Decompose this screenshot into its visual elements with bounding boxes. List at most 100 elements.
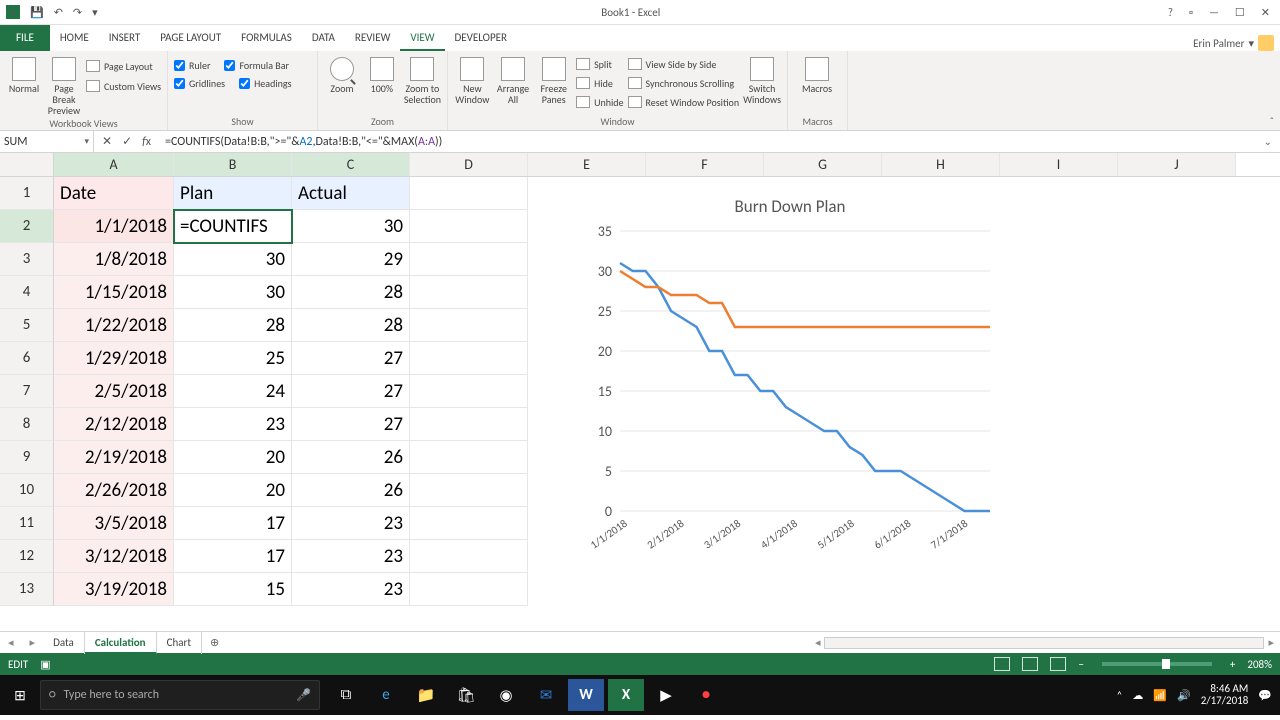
network-icon[interactable]: 📶 — [1153, 689, 1167, 702]
horizontal-scrollbar[interactable] — [824, 637, 1264, 649]
row-header[interactable]: 6 — [0, 342, 54, 375]
recording-icon[interactable]: ● — [688, 679, 724, 711]
cell[interactable]: 1/8/2018 — [54, 243, 174, 276]
edge-icon[interactable]: e — [368, 679, 404, 711]
formula-input[interactable]: =COUNTIFS(Data!B:B,">="&A2,Data!B:B,"<="… — [159, 135, 1256, 149]
switch-windows-button[interactable]: Switch Windows — [743, 53, 781, 105]
mic-icon[interactable]: 🎤 — [296, 688, 311, 703]
chrome-icon[interactable]: ◉ — [488, 679, 524, 711]
cell[interactable] — [410, 441, 528, 474]
hide-button[interactable]: Hide — [576, 74, 623, 92]
tab-developer[interactable]: DEVELOPER — [445, 25, 517, 51]
tab-insert[interactable]: INSERT — [99, 25, 151, 51]
row-header[interactable]: 2 — [0, 210, 54, 243]
cell[interactable]: 25 — [174, 342, 292, 375]
cell[interactable]: 1/22/2018 — [54, 309, 174, 342]
expand-formula-bar-icon[interactable]: ⌄ — [1256, 135, 1280, 148]
minimize-icon[interactable]: — — [1209, 6, 1219, 19]
tab-view[interactable]: VIEW — [400, 25, 444, 51]
cell[interactable] — [410, 540, 528, 573]
row-header[interactable]: 11 — [0, 507, 54, 540]
cell[interactable]: =COUNTIFS — [174, 210, 292, 243]
zoom-to-selection-button[interactable]: Zoom to Selection — [404, 53, 441, 105]
task-view-icon[interactable]: ⧉ — [328, 679, 364, 711]
new-window-button[interactable]: New Window — [454, 53, 491, 105]
media-player-icon[interactable]: ▶ — [648, 679, 684, 711]
cell[interactable]: 23 — [292, 540, 410, 573]
embedded-chart[interactable]: Burn Down Plan 051015202530351/1/20182/1… — [570, 188, 1010, 588]
worksheet-grid[interactable]: A B C D E F G H I J 1DatePlanActual21/1/… — [0, 153, 1280, 631]
split-button[interactable]: Split — [576, 55, 623, 73]
cell[interactable] — [410, 177, 528, 210]
cell[interactable]: 28 — [174, 309, 292, 342]
col-header-C[interactable]: C — [292, 153, 410, 176]
cell[interactable]: 2/12/2018 — [54, 408, 174, 441]
qat-more-icon[interactable]: ▾ — [92, 6, 98, 19]
select-all-corner[interactable] — [0, 153, 54, 176]
cell[interactable]: 30 — [174, 243, 292, 276]
row-header[interactable]: 9 — [0, 441, 54, 474]
ruler-checkbox[interactable]: Ruler — [174, 57, 210, 73]
row-header[interactable]: 12 — [0, 540, 54, 573]
col-header-I[interactable]: I — [1000, 153, 1118, 176]
sheet-nav-prev-icon[interactable]: ◂ — [0, 636, 22, 649]
normal-view-button[interactable]: Normal — [6, 53, 42, 94]
row-header[interactable]: 5 — [0, 309, 54, 342]
cell[interactable]: 1/29/2018 — [54, 342, 174, 375]
cell[interactable] — [410, 276, 528, 309]
zoom-button[interactable]: Zoom — [324, 53, 360, 94]
cell[interactable] — [410, 210, 528, 243]
cell[interactable]: Actual — [292, 177, 410, 210]
macros-button[interactable]: Macros — [794, 53, 840, 94]
tab-review[interactable]: REVIEW — [345, 25, 401, 51]
cell[interactable]: 3/19/2018 — [54, 573, 174, 606]
page-layout-button[interactable]: Page Layout — [86, 57, 161, 75]
cell[interactable]: 20 — [174, 441, 292, 474]
cancel-formula-icon[interactable]: ✕ — [102, 134, 112, 149]
cell[interactable]: 29 — [292, 243, 410, 276]
volume-icon[interactable]: 🔊 — [1177, 689, 1191, 702]
unhide-button[interactable]: Unhide — [576, 93, 623, 111]
cell[interactable]: 1/15/2018 — [54, 276, 174, 309]
reset-window-position-button[interactable]: Reset Window Position — [628, 93, 740, 111]
cell[interactable]: 23 — [292, 507, 410, 540]
cell[interactable]: 20 — [174, 474, 292, 507]
row-header[interactable]: 7 — [0, 375, 54, 408]
col-header-D[interactable]: D — [410, 153, 528, 176]
cell[interactable] — [410, 342, 528, 375]
tab-home[interactable]: HOME — [50, 25, 99, 51]
cell[interactable]: 26 — [292, 441, 410, 474]
cell[interactable]: 3/12/2018 — [54, 540, 174, 573]
cell[interactable]: Plan — [174, 177, 292, 210]
cell[interactable]: 17 — [174, 540, 292, 573]
cell[interactable] — [410, 507, 528, 540]
col-header-A[interactable]: A — [54, 153, 174, 176]
sheet-nav-next-icon[interactable]: ▸ — [22, 636, 44, 649]
col-header-B[interactable]: B — [174, 153, 292, 176]
cell[interactable] — [410, 309, 528, 342]
freeze-panes-button[interactable]: Freeze Panes — [535, 53, 572, 105]
help-icon[interactable]: ? — [1168, 6, 1173, 19]
synchronous-scrolling-button[interactable]: Synchronous Scrolling — [628, 74, 740, 92]
store-icon[interactable]: 🛍 — [448, 679, 484, 711]
row-header[interactable]: 1 — [0, 177, 54, 210]
cell[interactable]: 28 — [292, 276, 410, 309]
cell[interactable] — [410, 408, 528, 441]
redo-icon[interactable]: ↷ — [73, 6, 82, 19]
cell[interactable]: 27 — [292, 342, 410, 375]
cell[interactable] — [410, 375, 528, 408]
onedrive-icon[interactable]: ☁ — [1132, 689, 1143, 702]
tab-formulas[interactable]: FORMULAS — [231, 25, 302, 51]
col-header-E[interactable]: E — [528, 153, 646, 176]
cell[interactable]: 2/19/2018 — [54, 441, 174, 474]
row-header[interactable]: 13 — [0, 573, 54, 606]
undo-icon[interactable]: ↶ — [54, 6, 63, 19]
cell[interactable]: 24 — [174, 375, 292, 408]
cell[interactable] — [410, 243, 528, 276]
close-icon[interactable]: ✕ — [1261, 6, 1270, 19]
outlook-icon[interactable]: ✉ — [528, 679, 564, 711]
col-header-J[interactable]: J — [1118, 153, 1236, 176]
name-box[interactable]: SUM▾ — [0, 131, 94, 152]
cell[interactable]: 17 — [174, 507, 292, 540]
cell[interactable]: 23 — [174, 408, 292, 441]
